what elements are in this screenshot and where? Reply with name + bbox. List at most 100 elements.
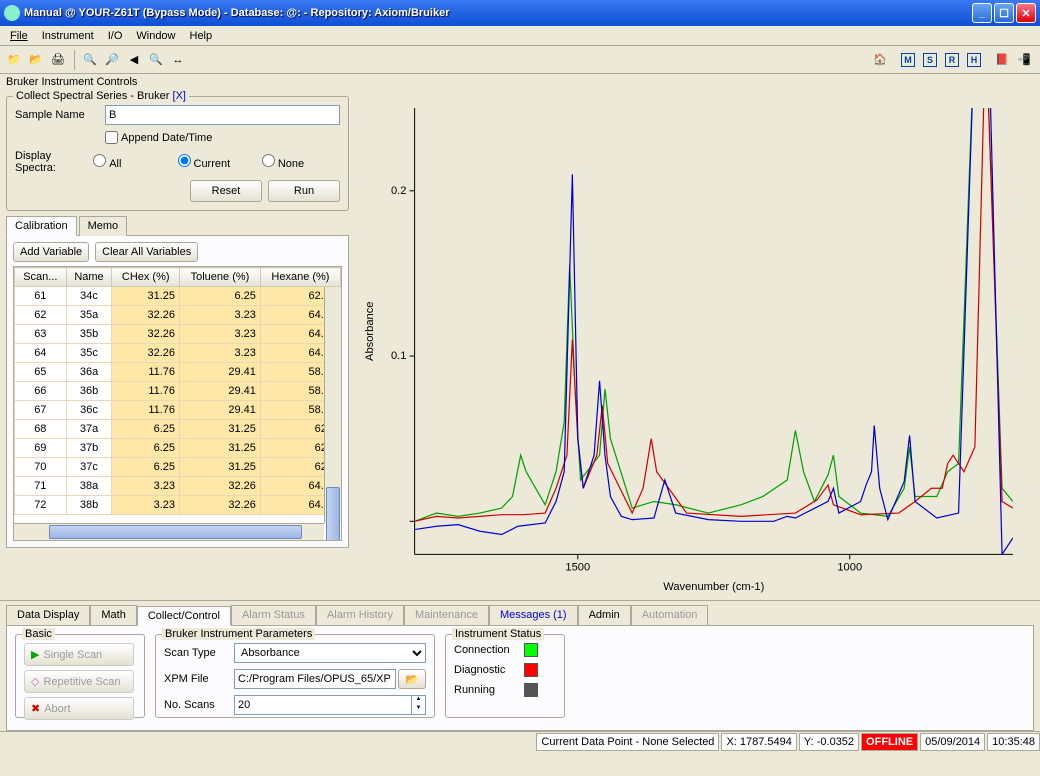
calibration-grid[interactable]: Scan...NameCHex (%)Toluene (%)Hexane (%)…: [13, 266, 342, 541]
tab-calibration[interactable]: Calibration: [6, 216, 77, 236]
table-row[interactable]: 7138a3.2332.2664.52: [15, 477, 341, 496]
home-icon[interactable]: 🏠: [870, 50, 890, 70]
status-y: Y: -0.0352: [799, 733, 859, 751]
menu-window[interactable]: Window: [130, 28, 181, 44]
zoom-icon[interactable]: 🔍: [146, 50, 166, 70]
svg-text:1000: 1000: [837, 562, 862, 574]
table-row[interactable]: 7238b3.2332.2664.52: [15, 496, 341, 515]
display-spectra-label: Display Spectra:: [15, 150, 93, 174]
run-button[interactable]: Run: [268, 180, 340, 202]
exit-icon[interactable]: 📲: [1014, 50, 1034, 70]
title-bar: Manual @ YOUR-Z61T (Bypass Mode) - Datab…: [0, 0, 1040, 26]
section-title: Bruker Instrument Controls: [0, 74, 1040, 90]
minimize-button[interactable]: _: [972, 3, 992, 23]
diagnostic-label: Diagnostic: [454, 664, 524, 676]
menu-help[interactable]: Help: [184, 28, 219, 44]
xpm-label: XPM File: [164, 673, 234, 685]
status-time: 10:35:48: [987, 733, 1040, 751]
close-group-link[interactable]: [X]: [173, 90, 186, 102]
scrollbar-thumb[interactable]: [49, 525, 302, 539]
clear-variables-button[interactable]: Clear All Variables: [95, 242, 198, 262]
column-header[interactable]: Name: [66, 268, 112, 287]
table-row[interactable]: 6837a6.2531.2562.5: [15, 420, 341, 439]
basic-title: Basic: [22, 628, 55, 640]
book-icon[interactable]: 📕: [992, 50, 1012, 70]
table-row[interactable]: 6937b6.2531.2562.5: [15, 439, 341, 458]
status-group: Instrument Status Connection Diagnostic …: [445, 634, 565, 718]
table-row[interactable]: 6736c11.7629.4158.82: [15, 401, 341, 420]
vertical-scrollbar[interactable]: [324, 287, 341, 523]
table-row[interactable]: 6636b11.7629.4158.82: [15, 382, 341, 401]
connection-label: Connection: [454, 644, 524, 656]
basic-group: Basic ▶Single Scan ◇Repetitive Scan ✖Abo…: [15, 634, 145, 718]
zoom-prev-icon[interactable]: ◀: [124, 50, 144, 70]
window-title: Manual @ YOUR-Z61T (Bypass Mode) - Datab…: [24, 7, 970, 19]
m-icon[interactable]: M: [898, 50, 918, 70]
s-icon[interactable]: S: [920, 50, 940, 70]
bottom-tab: Alarm Status: [231, 605, 316, 625]
svg-text:Wavenumber (cm-1): Wavenumber (cm-1): [663, 581, 764, 593]
column-header[interactable]: CHex (%): [112, 268, 180, 287]
running-label: Running: [454, 684, 524, 696]
scrollbar-thumb[interactable]: [326, 487, 340, 541]
svg-text:Absorbance: Absorbance: [364, 302, 376, 361]
add-variable-button[interactable]: Add Variable: [13, 242, 89, 262]
bottom-tab[interactable]: Data Display: [6, 605, 90, 625]
repetitive-scan-button[interactable]: ◇Repetitive Scan: [24, 670, 134, 693]
bottom-tab[interactable]: Collect/Control: [137, 606, 231, 626]
close-button[interactable]: ✕: [1016, 3, 1036, 23]
radio-none[interactable]: [262, 154, 275, 167]
append-checkbox[interactable]: [105, 131, 118, 144]
status-date: 05/09/2014: [920, 733, 985, 751]
maximize-button[interactable]: ☐: [994, 3, 1014, 23]
scan-type-label: Scan Type: [164, 647, 234, 659]
column-header[interactable]: Hexane (%): [260, 268, 340, 287]
spinner-down-icon[interactable]: ▼: [412, 705, 425, 714]
menu-io[interactable]: I/O: [102, 28, 129, 44]
bottom-tab[interactable]: Messages (1): [489, 605, 578, 625]
table-row[interactable]: 6335b32.263.2364.52: [15, 325, 341, 344]
radio-all[interactable]: [93, 154, 106, 167]
table-row[interactable]: 6134c31.256.2562.50: [15, 287, 341, 306]
status-offline: OFFLINE: [861, 733, 918, 751]
status-title: Instrument Status: [452, 628, 544, 640]
no-scans-input[interactable]: [234, 695, 412, 715]
table-row[interactable]: 7037c6.2531.2562.5: [15, 458, 341, 477]
xpm-file-input[interactable]: [234, 669, 396, 689]
single-scan-button[interactable]: ▶Single Scan: [24, 643, 134, 666]
zoom-full-icon[interactable]: 🔍: [80, 50, 100, 70]
table-row[interactable]: 6536a11.7629.4158.82: [15, 363, 341, 382]
print-icon[interactable]: 🖨: [48, 50, 68, 70]
running-led: [524, 683, 538, 697]
r-icon[interactable]: R: [942, 50, 962, 70]
cursor-icon[interactable]: ↔: [168, 50, 188, 70]
bottom-tab[interactable]: Admin: [578, 605, 631, 625]
horizontal-scrollbar[interactable]: [14, 523, 324, 540]
connection-led: [524, 643, 538, 657]
bottom-tab: Maintenance: [404, 605, 489, 625]
tab-memo[interactable]: Memo: [79, 216, 128, 236]
scan-type-select[interactable]: Absorbance: [234, 643, 426, 663]
browse-button[interactable]: 📂: [398, 669, 426, 689]
spectrum-plot[interactable]: 150010000.10.2Wavenumber (cm-1)Absorbanc…: [355, 98, 1032, 600]
reset-button[interactable]: Reset: [190, 180, 262, 202]
diagnostic-led: [524, 663, 538, 677]
column-header[interactable]: Toluene (%): [180, 268, 261, 287]
toolbar-btn-2[interactable]: 📂: [26, 50, 46, 70]
menu-file[interactable]: File: [4, 28, 34, 44]
abort-button[interactable]: ✖Abort: [24, 697, 134, 720]
table-row[interactable]: 6235a32.263.2364.52: [15, 306, 341, 325]
spinner-up-icon[interactable]: ▲: [412, 696, 425, 705]
zoom-out-icon[interactable]: 🔎: [102, 50, 122, 70]
status-x: X: 1787.5494: [721, 733, 796, 751]
svg-text:0.2: 0.2: [391, 185, 407, 197]
h-icon[interactable]: H: [964, 50, 984, 70]
table-row[interactable]: 6435c32.263.2364.52: [15, 344, 341, 363]
bottom-tab[interactable]: Math: [90, 605, 136, 625]
column-header[interactable]: Scan...: [15, 268, 67, 287]
collect-group: Collect Spectral Series - Bruker [X] Sam…: [6, 96, 349, 211]
sample-name-input[interactable]: [105, 105, 340, 125]
menu-instrument[interactable]: Instrument: [36, 28, 100, 44]
toolbar-btn-1[interactable]: 📁: [4, 50, 24, 70]
radio-current[interactable]: [178, 154, 191, 167]
